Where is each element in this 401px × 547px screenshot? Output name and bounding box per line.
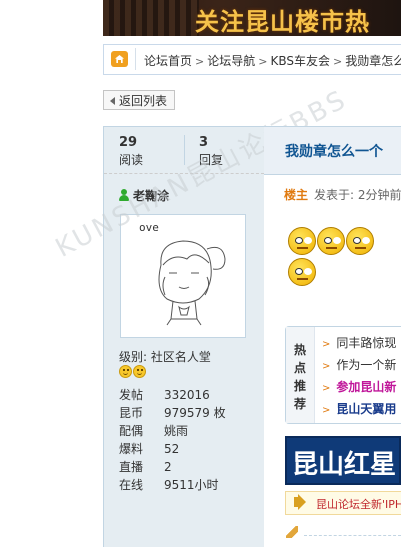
info-key: 爆料 bbox=[119, 442, 144, 456]
info-value[interactable]: 姚雨 bbox=[164, 424, 188, 438]
hot-recommend-label: 热 点 推 荐 bbox=[286, 327, 315, 423]
post-content-emojis bbox=[288, 227, 401, 289]
chevron-right-icon: > bbox=[195, 55, 205, 68]
user-info-row: 配偶 姚雨 bbox=[119, 422, 226, 440]
info-key: 直播 bbox=[119, 460, 144, 474]
info-value[interactable]: 332016 bbox=[164, 388, 210, 402]
emoji-face-icon bbox=[288, 227, 316, 255]
arrow-right-icon: > bbox=[322, 383, 331, 394]
arrow-right-icon: > bbox=[322, 405, 331, 416]
emoji-face-icon bbox=[317, 227, 345, 255]
breadcrumb-item-forum-nav[interactable]: 论坛导航 bbox=[207, 54, 255, 68]
read-count: 29 bbox=[119, 135, 138, 150]
home-icon[interactable] bbox=[111, 51, 128, 67]
chevron-right-icon: > bbox=[332, 55, 343, 68]
info-value: 2 bbox=[164, 460, 172, 474]
back-to-list-button[interactable]: 返回列表 bbox=[103, 90, 175, 110]
read-label: 阅读 bbox=[119, 153, 144, 167]
hot-item[interactable]: > 同丰路惊现 bbox=[322, 332, 396, 354]
user-info-row: 在线 9511小时 bbox=[119, 476, 226, 494]
emoji-face-icon bbox=[346, 227, 374, 255]
user-info-row: 昆币 979579 枚 bbox=[119, 404, 226, 422]
kunshan-hongxing-ad[interactable]: 昆山红星 bbox=[285, 436, 401, 485]
emoji-face-icon bbox=[288, 258, 316, 286]
signature-divider bbox=[304, 535, 401, 536]
smiley-badge-icon bbox=[133, 365, 146, 378]
avatar[interactable]: ove bbox=[120, 214, 246, 338]
speaker-icon bbox=[294, 497, 299, 507]
user-info-row: 直播 2 bbox=[119, 458, 226, 476]
hot-item[interactable]: > 作为一个新 bbox=[322, 354, 396, 376]
pencil-icon[interactable] bbox=[286, 526, 298, 538]
ad-text: 昆山红星 bbox=[292, 450, 397, 480]
arrow-right-icon: > bbox=[322, 339, 331, 350]
info-key: 昆币 bbox=[119, 406, 144, 420]
notice-bar[interactable]: 昆山论坛全新'IPH bbox=[285, 491, 401, 515]
breadcrumb-item-kbs-club[interactable]: KBS车友会 bbox=[270, 54, 330, 68]
hot-recommend-box: 热 点 推 荐 > 同丰路惊现 > 作为一个新 > 参加昆山新 > 昆山天翼用 bbox=[285, 326, 401, 424]
chevron-right-icon: > bbox=[258, 55, 268, 68]
user-info-list: 发帖 332016 昆币 979579 枚 配偶 姚雨 爆料 52 直播 2 在线 9511… bbox=[119, 386, 226, 494]
info-value: 52 bbox=[164, 442, 180, 456]
level-badges bbox=[119, 365, 147, 381]
breadcrumb-item-current-thread[interactable]: 我勋章怎么 bbox=[345, 54, 401, 68]
user-info-row: 发帖 332016 bbox=[119, 386, 226, 404]
notice-text[interactable]: 昆山论坛全新'IPH bbox=[316, 496, 401, 512]
user-level: 级别: 社区名人堂 bbox=[119, 350, 211, 364]
post-main: 我勋章怎么一个 楼主 发表于: 2分钟前 热 点 推 荐 > 同丰路惊现 > 作为一个… bbox=[264, 126, 401, 547]
info-key: 在线 bbox=[119, 478, 144, 492]
back-to-list-label: 返回列表 bbox=[119, 94, 168, 108]
hot-recommend-list: > 同丰路惊现 > 作为一个新 > 参加昆山新 > 昆山天翼用 bbox=[322, 332, 396, 420]
post-meta: 楼主 发表于: 2分钟前 bbox=[284, 186, 401, 203]
author-tag: 楼主 bbox=[284, 188, 309, 202]
back-arrow-icon bbox=[110, 97, 115, 105]
breadcrumb: 论坛首页 > 论坛导航 > KBS车友会 > 我勋章怎么 bbox=[103, 44, 401, 75]
user-info-row: 爆料 52 bbox=[119, 440, 226, 458]
banner-text: 关注昆山楼市热 bbox=[195, 7, 370, 36]
hot-item[interactable]: > 参加昆山新 bbox=[322, 376, 396, 398]
info-value: 9511小时 bbox=[164, 478, 219, 492]
info-key: 发帖 bbox=[119, 388, 144, 402]
info-key: 配偶 bbox=[119, 424, 144, 438]
top-banner-ad[interactable]: 关注昆山楼市热 bbox=[103, 0, 401, 36]
smiley-badge-icon bbox=[119, 365, 132, 378]
info-value: 979579 枚 bbox=[164, 406, 226, 420]
breadcrumb-divider bbox=[135, 48, 136, 70]
avatar-sketch-image bbox=[158, 240, 226, 326]
arrow-right-icon: > bbox=[322, 361, 331, 372]
hot-item[interactable]: > 昆山天翼用 bbox=[322, 398, 396, 420]
post-time: 发表于: 2分钟前 bbox=[314, 188, 401, 202]
post-title-bar: 我勋章怎么一个 bbox=[264, 127, 401, 175]
post-title[interactable]: 我勋章怎么一个 bbox=[285, 141, 383, 161]
city-skyline-image bbox=[103, 0, 199, 36]
breadcrumb-item-forum-home[interactable]: 论坛首页 bbox=[144, 54, 192, 68]
